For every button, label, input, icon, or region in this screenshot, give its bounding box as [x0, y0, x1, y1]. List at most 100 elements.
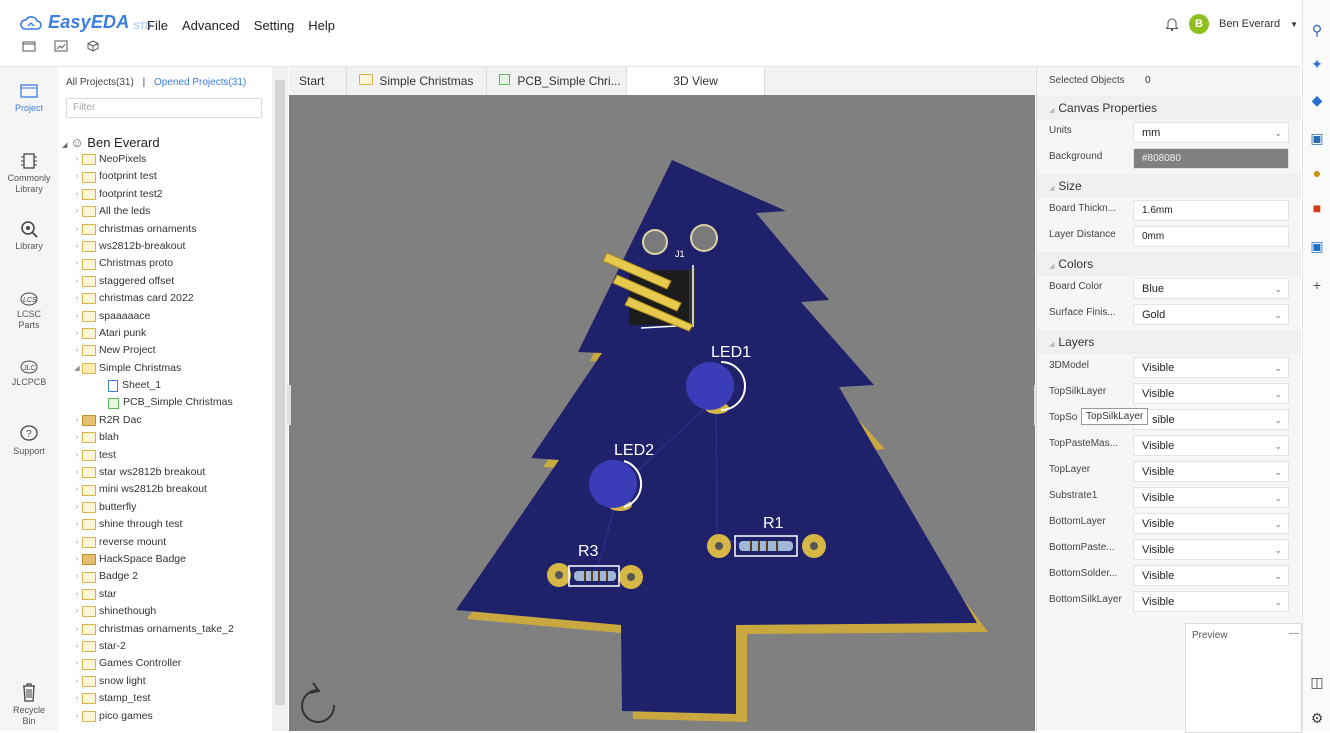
filter-input[interactable]: Filter: [66, 98, 262, 118]
collapsed-arrow-icon[interactable]: ›: [72, 534, 82, 551]
layer-visibility-select[interactable]: Visible ⌄: [1133, 539, 1289, 560]
tree-item[interactable]: PCB_Simple Christmas: [72, 394, 284, 411]
collapsed-arrow-icon[interactable]: ›: [72, 221, 82, 238]
chevron-down-icon[interactable]: ▼: [1290, 20, 1298, 29]
section-colors[interactable]: ◢ Colors: [1037, 252, 1301, 276]
collapsed-arrow-icon[interactable]: ›: [72, 690, 82, 707]
tree-item[interactable]: › blah: [72, 429, 284, 446]
tree-item[interactable]: › New Project: [72, 342, 284, 359]
tab-3d-view[interactable]: 3D View: [627, 67, 765, 95]
collapsed-arrow-icon[interactable]: ›: [72, 290, 82, 307]
nav-jlcpcb[interactable]: JLC JLCPCB: [0, 359, 58, 388]
section-size[interactable]: ◢ Size: [1037, 174, 1301, 198]
tree-item[interactable]: › R2R Dac: [72, 412, 284, 429]
tree-item[interactable]: › footprint test: [72, 168, 284, 185]
image-export-icon[interactable]: [54, 40, 68, 52]
section-layers[interactable]: ◢ Layers: [1037, 330, 1301, 354]
collapsed-arrow-icon[interactable]: ›: [72, 499, 82, 516]
layer-visibility-select[interactable]: Visible ⌄: [1133, 383, 1289, 404]
nav-support[interactable]: ? Support: [0, 424, 58, 457]
folder-icon[interactable]: [22, 40, 36, 52]
collapsed-arrow-icon[interactable]: ›: [72, 273, 82, 290]
collapsed-arrow-icon[interactable]: ›: [72, 638, 82, 655]
tree-item[interactable]: › star: [72, 586, 284, 603]
collapsed-arrow-icon[interactable]: ›: [72, 168, 82, 185]
units-select[interactable]: mm ⌄: [1133, 122, 1289, 143]
layer-visibility-select[interactable]: Visible ⌄: [1133, 357, 1289, 378]
tree-item[interactable]: › Games Controller: [72, 655, 284, 672]
tree-item[interactable]: › HackSpace Badge: [72, 551, 284, 568]
tree-item[interactable]: Sheet_1: [72, 377, 284, 394]
tree-item[interactable]: › footprint test2: [72, 186, 284, 203]
layer-visibility-select[interactable]: Visible ⌄: [1133, 461, 1289, 482]
collapsed-arrow-icon[interactable]: ›: [72, 203, 82, 220]
menu-help[interactable]: Help: [308, 18, 335, 33]
layer-visibility-select[interactable]: sible ⌄: [1133, 409, 1289, 430]
tree-item[interactable]: › reverse mount: [72, 534, 284, 551]
sidebar-toggle-icon[interactable]: ◫: [1309, 674, 1325, 690]
collapsed-arrow-icon[interactable]: ›: [72, 186, 82, 203]
tag-icon[interactable]: ◆: [1309, 92, 1325, 108]
collapsed-arrow-icon[interactable]: ›: [72, 603, 82, 620]
collapsed-arrow-icon[interactable]: ›: [72, 151, 82, 168]
cube-icon[interactable]: [86, 40, 100, 52]
person-icon[interactable]: ●: [1309, 165, 1325, 181]
menu-setting[interactable]: Setting: [254, 18, 294, 33]
collapsed-arrow-icon[interactable]: ›: [72, 568, 82, 585]
board-thickness-input[interactable]: 1.6mm: [1133, 200, 1289, 221]
tree-item[interactable]: › snow light: [72, 673, 284, 690]
tree-item[interactable]: › christmas ornaments: [72, 221, 284, 238]
project-scrollbar-thumb[interactable]: [275, 80, 285, 705]
collapsed-arrow-icon[interactable]: ›: [72, 342, 82, 359]
tree-item[interactable]: ◢ Simple Christmas: [72, 360, 284, 377]
collapsed-arrow-icon[interactable]: ›: [72, 325, 82, 342]
preview-collapse-button[interactable]: —: [1289, 628, 1299, 639]
expanded-arrow-icon[interactable]: ◢: [72, 360, 82, 377]
pcb-3d-render[interactable]: J1 LED1 LED2 R1 R3: [289, 95, 1035, 731]
collapsed-arrow-icon[interactable]: ›: [72, 655, 82, 672]
tab-pcb[interactable]: PCB_Simple Chri...: [487, 67, 627, 95]
outlook-icon[interactable]: ▣: [1309, 238, 1325, 254]
collapsed-arrow-icon[interactable]: ›: [72, 447, 82, 464]
layer-visibility-select[interactable]: Visible ⌄: [1133, 565, 1289, 586]
tree-item[interactable]: › star-2: [72, 638, 284, 655]
nav-recycle-bin[interactable]: Recycle Bin: [0, 681, 58, 727]
layer-visibility-select[interactable]: Visible ⌄: [1133, 591, 1289, 612]
tree-item[interactable]: › shinethough: [72, 603, 284, 620]
nav-lcsc-parts[interactable]: LCS LCSC Parts: [0, 291, 58, 331]
tree-item[interactable]: › christmas ornaments_take_2: [72, 621, 284, 638]
collapsed-arrow-icon[interactable]: ›: [72, 412, 82, 429]
collapsed-arrow-icon[interactable]: ›: [72, 429, 82, 446]
settings-gear-icon[interactable]: ⚙: [1309, 710, 1325, 726]
collapsed-arrow-icon[interactable]: ›: [72, 621, 82, 638]
collapsed-arrow-icon[interactable]: ›: [72, 673, 82, 690]
tree-item[interactable]: › butterfly: [72, 499, 284, 516]
tree-owner[interactable]: ◢ ☺ Ben Everard: [62, 135, 160, 150]
section-canvas-properties[interactable]: ◢ Canvas Properties: [1037, 96, 1301, 120]
layer-visibility-select[interactable]: Visible ⌄: [1133, 487, 1289, 508]
tree-item[interactable]: › star ws2812b breakout: [72, 464, 284, 481]
left-collapse-handle[interactable]: [287, 385, 291, 425]
collapsed-arrow-icon[interactable]: ›: [72, 238, 82, 255]
tree-item[interactable]: › spaaaaace: [72, 308, 284, 325]
search-icon[interactable]: ⚲: [1309, 22, 1325, 38]
surface-finish-select[interactable]: Gold ⌄: [1133, 304, 1289, 325]
tree-item[interactable]: › christmas card 2022: [72, 290, 284, 307]
layer-visibility-select[interactable]: Visible ⌄: [1133, 513, 1289, 534]
tree-item[interactable]: › test: [72, 447, 284, 464]
sparkle-icon[interactable]: ✦: [1309, 56, 1325, 72]
layer-distance-input[interactable]: 0mm: [1133, 226, 1289, 247]
tab-schematic[interactable]: Simple Christmas: [347, 67, 487, 95]
collapsed-arrow-icon[interactable]: ›: [72, 586, 82, 603]
collapsed-arrow-icon[interactable]: ›: [72, 516, 82, 533]
board-color-select[interactable]: Blue ⌄: [1133, 278, 1289, 299]
tree-item[interactable]: › stamp_test: [72, 690, 284, 707]
nav-project[interactable]: Project: [0, 81, 58, 114]
collapsed-arrow-icon[interactable]: ›: [72, 708, 82, 725]
tab-start[interactable]: Start: [289, 67, 347, 95]
menu-file[interactable]: File: [147, 18, 168, 33]
tree-item[interactable]: › shine through test: [72, 516, 284, 533]
tree-item[interactable]: › pico games: [72, 708, 284, 725]
layer-visibility-select[interactable]: Visible ⌄: [1133, 435, 1289, 456]
tab-opened-projects[interactable]: Opened Projects(31): [154, 77, 246, 88]
